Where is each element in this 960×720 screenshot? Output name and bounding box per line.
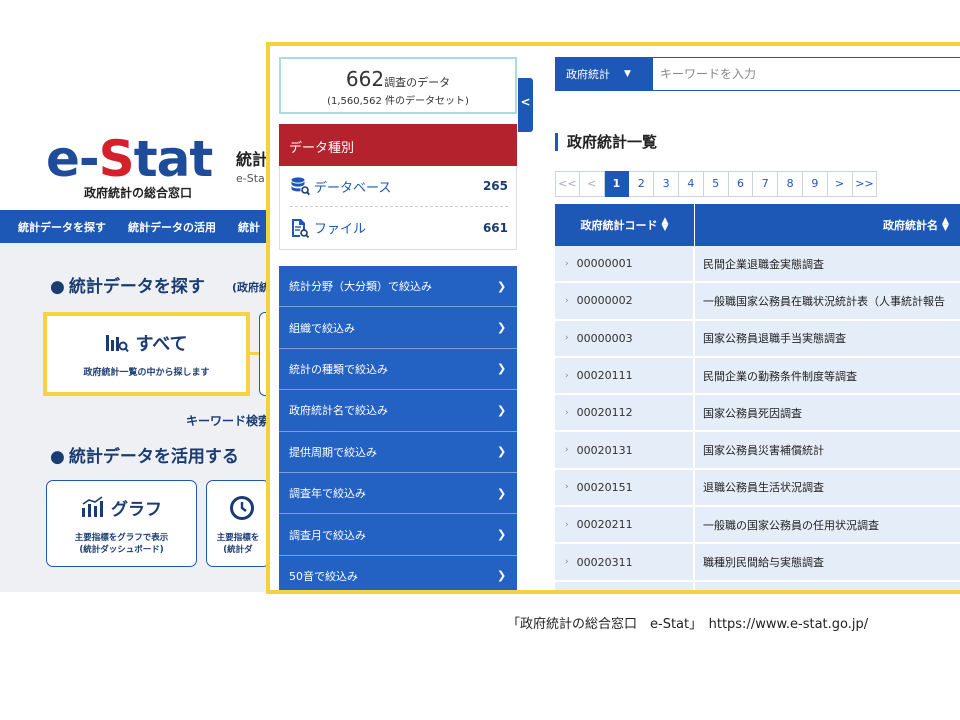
page-first[interactable]: << <box>555 171 580 197</box>
section-title-use: ● 統計データを活用する <box>50 447 239 467</box>
all-statistics-card[interactable]: すべて 政府統計一覧の中から探します <box>43 312 250 396</box>
site-title: 統計 <box>236 150 269 169</box>
chevron-right-icon: › <box>565 258 569 269</box>
search-scope-select[interactable]: 政府統計 ▼ <box>556 58 653 90</box>
page-prev[interactable]: < <box>579 171 605 197</box>
sort-icon: ▲ ▼ <box>661 216 669 233</box>
chevron-right-icon: › <box>565 295 569 306</box>
filter-organization[interactable]: 組織で絞込み ❯ <box>279 307 517 349</box>
file-search-icon <box>292 218 310 238</box>
column-header-name[interactable]: 政府統計名 ▲ ▼ <box>695 204 960 246</box>
chevron-left-icon: < <box>520 95 531 109</box>
chevron-down-icon: ❯ <box>497 569 507 583</box>
nav-item-use[interactable]: 統計データの活用 <box>128 219 216 235</box>
file-count: 661 <box>482 220 508 235</box>
bullet-icon: ● <box>50 277 65 297</box>
page-3[interactable]: 3 <box>654 171 679 197</box>
column-header-code[interactable]: 政府統計コード ▲ ▼ <box>555 204 695 246</box>
filter-accordion: 統計分野（大分類）で絞込み ❯ 組織で絞込み ❯ 統計の種類で絞込み ❯ 政府統計名で… <box>279 266 517 590</box>
table-row[interactable]: › 00000001 民間企業退職金実態調査 <box>555 246 960 284</box>
survey-count-box: 662調査のデータ (1,560,562 件のデータセット) <box>279 57 517 114</box>
caret-down-icon: ▼ <box>624 69 631 79</box>
logo-tagline: 政府統計の総合窓口 <box>84 186 193 200</box>
clock-icon <box>230 496 254 520</box>
all-card-subtitle: 政府統計一覧の中から探します <box>83 368 210 378</box>
site-subtitle: e-Sta <box>236 172 265 185</box>
filter-cycle[interactable]: 提供周期で絞込み ❯ <box>279 432 517 473</box>
dataset-count: (1,560,562 件のデータセット) <box>327 96 469 107</box>
table-row[interactable]: › 00000002 一般職国家公務員在職状況統計表（人事統計報告 <box>555 283 960 321</box>
graph-card[interactable]: グラフ 主要指標をグラフで表示 (統計ダッシュボード) <box>46 480 197 567</box>
filter-statistics-type[interactable]: 統計の種類で絞込み ❯ <box>279 349 517 391</box>
graph-icon <box>82 496 103 517</box>
chevron-down-icon: ❯ <box>497 403 507 417</box>
chevron-right-icon: › <box>565 333 569 344</box>
chevron-right-icon: › <box>565 482 569 493</box>
table-row[interactable]: › 00020211 一般職の国家公務員の任用状況調査 <box>555 507 960 545</box>
database-count: 265 <box>482 179 508 193</box>
bar-chart-search-icon <box>106 335 130 353</box>
statistics-table: 政府統計コード ▲ ▼ 政府統計名 ▲ ▼ › 00000001 民間企業退職金実態調査 ›… <box>555 204 960 590</box>
filter-statistics-name[interactable]: 政府統計名で絞込み ❯ <box>279 390 517 432</box>
statistics-list-panel: 662調査のデータ (1,560,562 件のデータセット) < データ種別 デ… <box>266 42 960 594</box>
keyword-search-bar: 政府統計 ▼ <box>555 57 960 91</box>
chevron-down-icon: ❯ <box>497 445 507 459</box>
survey-count-unit: 調査のデータ <box>384 76 451 89</box>
page-last[interactable]: >> <box>852 171 878 197</box>
table-row[interactable]: › 00020151 退職公務員生活状況調査 <box>555 469 960 508</box>
database-search-icon <box>291 177 310 196</box>
chevron-right-icon: › <box>565 557 569 568</box>
chevron-down-icon: ❯ <box>497 528 507 542</box>
chevron-down-icon: ❯ <box>497 486 507 500</box>
chevron-down-icon: ❯ <box>497 362 507 376</box>
keyword-input[interactable] <box>653 58 960 90</box>
nav-item-more[interactable]: 統計 <box>238 219 260 235</box>
filter-statistical-field[interactable]: 統計分野（大分類）で絞込み ❯ <box>279 266 517 308</box>
page-2[interactable]: 2 <box>629 171 655 197</box>
timeline-card[interactable]: 主要指標を (統計ダ <box>206 480 270 567</box>
page-1[interactable]: 1 <box>604 171 630 197</box>
table-header: 政府統計コード ▲ ▼ 政府統計名 ▲ ▼ <box>555 204 960 246</box>
table-row[interactable]: › 00000003 国家公務員退職手当実態調査 <box>555 320 960 358</box>
page-6[interactable]: 6 <box>728 171 754 197</box>
section-title-find: ● 統計データを探す <box>50 277 205 297</box>
pagination: << < 1 2 3 4 5 6 7 8 9 > >> <box>555 171 878 197</box>
table-row[interactable]: › 00020311 職種別民間給与実態調査 <box>555 544 960 582</box>
table-row[interactable]: › 00020111 民間企業の勤務条件制度等調査 <box>555 357 960 396</box>
page-next[interactable]: > <box>827 171 853 197</box>
data-type-file[interactable]: ファイル 661 <box>290 207 508 248</box>
filter-kana[interactable]: 50音で絞込み ❯ <box>279 556 517 590</box>
survey-count: 662 <box>345 67 385 91</box>
page-4[interactable]: 4 <box>678 171 704 197</box>
estat-logo[interactable]: e-Stat <box>46 134 213 184</box>
nav-item-find[interactable]: 統計データを探す <box>18 219 106 235</box>
section-find-note: (政府統 <box>232 281 271 294</box>
chevron-right-icon: › <box>565 370 569 381</box>
table-row <box>555 581 960 590</box>
filter-survey-year[interactable]: 調査年で絞込み ❯ <box>279 473 517 515</box>
chevron-right-icon: › <box>565 407 569 418</box>
collapse-sidebar-button[interactable]: < <box>518 78 533 132</box>
slide: e-Stat 政府統計の総合窓口 統計 e-Sta 統計データを探す 統計データ… <box>0 0 960 720</box>
list-title: 政府統計一覧 <box>555 133 657 151</box>
bullet-icon: ● <box>50 447 65 467</box>
filter-survey-month[interactable]: 調査月で絞込み ❯ <box>279 514 517 556</box>
page-8[interactable]: 8 <box>778 171 803 197</box>
chevron-right-icon: › <box>565 519 569 530</box>
page-5[interactable]: 5 <box>703 171 729 197</box>
keyword-search-link[interactable]: キーワード検索 <box>186 412 270 429</box>
sort-icon: ▲ ▼ <box>942 216 949 233</box>
page-7[interactable]: 7 <box>753 171 779 197</box>
data-type-list: データベース 265 ファイル 661 <box>279 166 517 250</box>
table-row[interactable]: › 00020131 国家公務員災害補償統計 <box>555 432 960 470</box>
page-9[interactable]: 9 <box>802 171 828 197</box>
source-caption: 「政府統計の総合窓口 e-Stat」 https://www.e-stat.go… <box>507 617 869 632</box>
table-row[interactable]: › 00020112 国家公務員死因調査 <box>555 395 960 433</box>
chevron-right-icon: › <box>565 445 569 456</box>
data-type-database[interactable]: データベース 265 <box>290 166 508 207</box>
chevron-down-icon: ❯ <box>497 321 507 335</box>
data-type-heading: データ種別 <box>279 124 517 166</box>
chevron-down-icon: ❯ <box>497 279 507 293</box>
